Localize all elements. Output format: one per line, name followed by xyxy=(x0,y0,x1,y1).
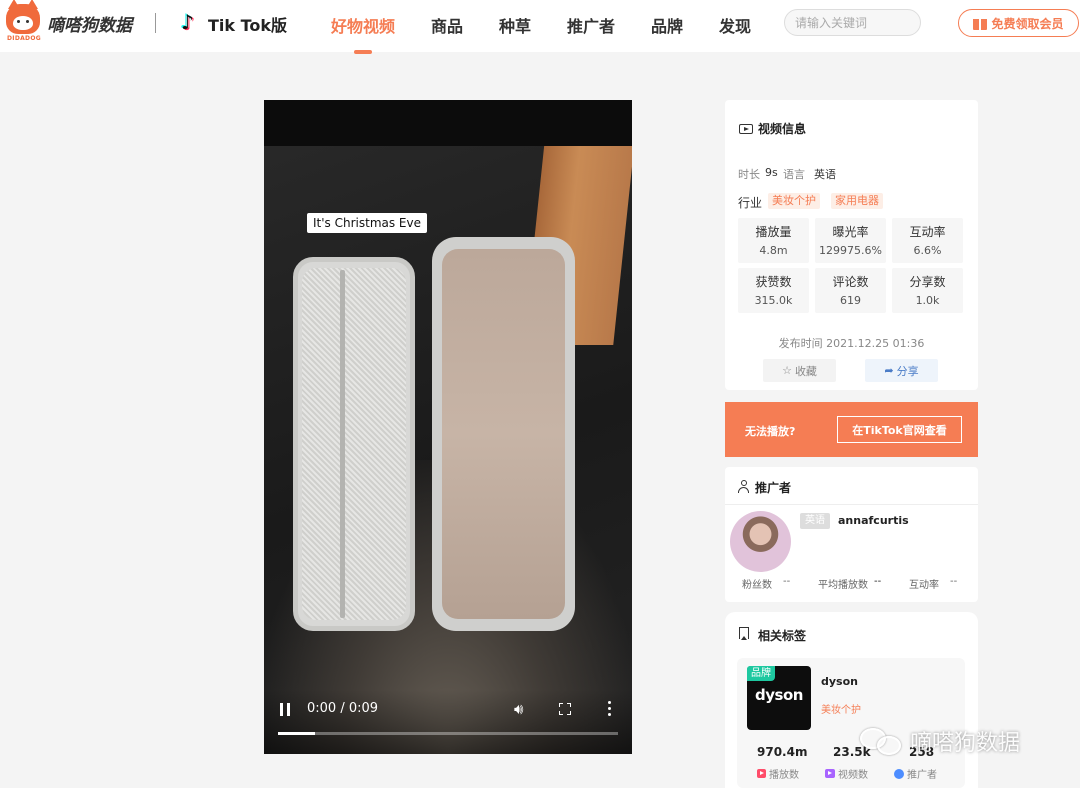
share-icon: ➦ xyxy=(884,364,894,377)
brand-badge: 品牌 xyxy=(747,666,775,681)
logo-subtext: DIDADOG xyxy=(7,35,41,42)
free-vip-button[interactable]: 免费领取会员 xyxy=(958,9,1079,37)
volume-icon[interactable]: 🔊︎ xyxy=(514,700,523,718)
video-icon xyxy=(825,769,835,778)
brand-category: 美妆个护 xyxy=(821,705,861,716)
language-badge: 英语 xyxy=(800,513,830,529)
promoter-handle[interactable]: annafcurtis xyxy=(838,514,909,527)
stat-cell-exposure: 曝光率 129975.6% xyxy=(815,218,886,263)
industry-tag[interactable]: 家用电器 xyxy=(831,193,883,209)
promoter-panel: 推广者 英语 annafcurtis 粉丝数 -- 平均播放数 -- 互动率 -… xyxy=(725,467,978,602)
industry-tag[interactable]: 美妆个护 xyxy=(768,193,820,209)
stat-cell-comments: 评论数 619 xyxy=(815,268,886,313)
followers-label: 粉丝数 xyxy=(742,580,772,591)
search-input[interactable] xyxy=(784,9,921,36)
video-progress-bar[interactable] xyxy=(278,732,618,735)
avatar[interactable] xyxy=(730,511,791,572)
brand-videos-label: 视频数 xyxy=(825,766,868,781)
bookmark-icon xyxy=(739,627,749,640)
engagement-label: 互动率 xyxy=(909,580,939,591)
avg-views-value: -- xyxy=(874,576,882,587)
person-icon xyxy=(738,480,749,493)
language-label: 语言 xyxy=(783,168,805,181)
star-icon: ☆ xyxy=(782,364,792,377)
tiktok-icon: ♪ xyxy=(181,10,194,34)
brand-name[interactable]: 嘀嗒狗数据 xyxy=(47,11,132,36)
followers-value: -- xyxy=(783,576,791,587)
open-case-right xyxy=(432,237,575,631)
video-player[interactable]: It's Christmas Eve 0:00 / 0:09 🔊︎ xyxy=(264,100,632,754)
dog-logo-icon xyxy=(6,0,40,34)
brand-logo-text: dyson xyxy=(755,686,803,704)
play-icon xyxy=(757,769,766,778)
nav-item-promoters[interactable]: 推广者 xyxy=(567,13,615,37)
view-on-tiktok-button[interactable]: 在TikTok官网查看 xyxy=(837,416,962,443)
brand-plays-label: 播放数 xyxy=(757,766,799,781)
divider xyxy=(155,13,156,33)
brand-tag-card[interactable]: dyson 品牌 dyson 美妆个护 970.4m 23.5k 258 播放数… xyxy=(737,658,965,788)
promoter-icon xyxy=(894,768,904,779)
more-options-icon[interactable] xyxy=(607,701,611,717)
watermark-text: 嘀嗒狗数据 xyxy=(910,731,1021,756)
cannot-play-text: 无法播放? xyxy=(745,425,796,438)
active-nav-indicator xyxy=(354,50,372,54)
video-caption: It's Christmas Eve xyxy=(307,213,427,233)
video-progress-fill xyxy=(278,732,316,735)
pause-icon[interactable] xyxy=(280,703,292,716)
related-tags-panel: 相关标签 dyson 品牌 dyson 美妆个护 970.4m 23.5k 25… xyxy=(725,612,978,788)
publish-time: 发布时间 2021.12.25 01:36 xyxy=(778,337,925,350)
duration-value: 9s xyxy=(765,166,778,179)
cannot-play-banner: 无法播放? 在TikTok官网查看 xyxy=(725,402,978,457)
share-button[interactable]: ➦ 分享 xyxy=(865,359,938,382)
video-time: 0:00 / 0:09 xyxy=(307,701,379,716)
nav-item-products[interactable]: 商品 xyxy=(431,13,463,37)
nav-item-videos[interactable]: 好物视频 xyxy=(331,13,395,37)
gift-icon xyxy=(973,17,988,30)
top-navbar: DIDADOG 嘀嗒狗数据 ♪ Tik Tok版 好物视频 商品 种草 推广者 … xyxy=(0,0,1080,54)
stat-cell-likes: 获赞数 315.0k xyxy=(738,268,809,313)
nav-item-discover[interactable]: 发现 xyxy=(719,13,751,37)
divider xyxy=(725,504,978,505)
brand-plays-value: 970.4m xyxy=(757,745,808,759)
promoter-title: 推广者 xyxy=(755,481,792,495)
nav-item-brands[interactable]: 品牌 xyxy=(651,13,683,37)
platform-label: Tik Tok版 xyxy=(208,16,288,35)
open-case-left xyxy=(293,257,415,631)
related-tags-title: 相关标签 xyxy=(758,629,807,643)
language-value: 英语 xyxy=(814,168,836,181)
nav-item-seeding[interactable]: 种草 xyxy=(499,13,531,37)
industry-label: 行业 xyxy=(738,196,763,210)
brand-promoters-label: 推广者 xyxy=(894,766,937,781)
avg-views-label: 平均播放数 xyxy=(818,580,868,591)
watermark: 嘀嗒狗数据 xyxy=(860,725,1020,757)
stat-cell-shares: 分享数 1.0k xyxy=(892,268,963,313)
stat-cell-engagement: 互动率 6.6% xyxy=(892,218,963,263)
favorite-button[interactable]: ☆ 收藏 xyxy=(763,359,836,382)
brand-name-link[interactable]: dyson xyxy=(821,675,858,688)
fullscreen-icon[interactable] xyxy=(559,703,571,715)
engagement-value: -- xyxy=(950,576,958,587)
wechat-icon xyxy=(860,726,904,756)
video-info-title: 视频信息 xyxy=(758,122,807,136)
video-controls: 0:00 / 0:09 🔊︎ xyxy=(264,690,632,754)
duration-label: 时长 xyxy=(738,168,760,181)
didadog-logo[interactable]: DIDADOG xyxy=(6,0,42,42)
video-icon xyxy=(739,124,753,134)
video-info-panel: 视频信息 时长 9s 语言 英语 行业 美妆个护 家用电器 播放量 4.8m 曝… xyxy=(725,100,978,390)
stat-cell-views: 播放量 4.8m xyxy=(738,218,809,263)
vip-button-label: 免费领取会员 xyxy=(991,16,1064,31)
